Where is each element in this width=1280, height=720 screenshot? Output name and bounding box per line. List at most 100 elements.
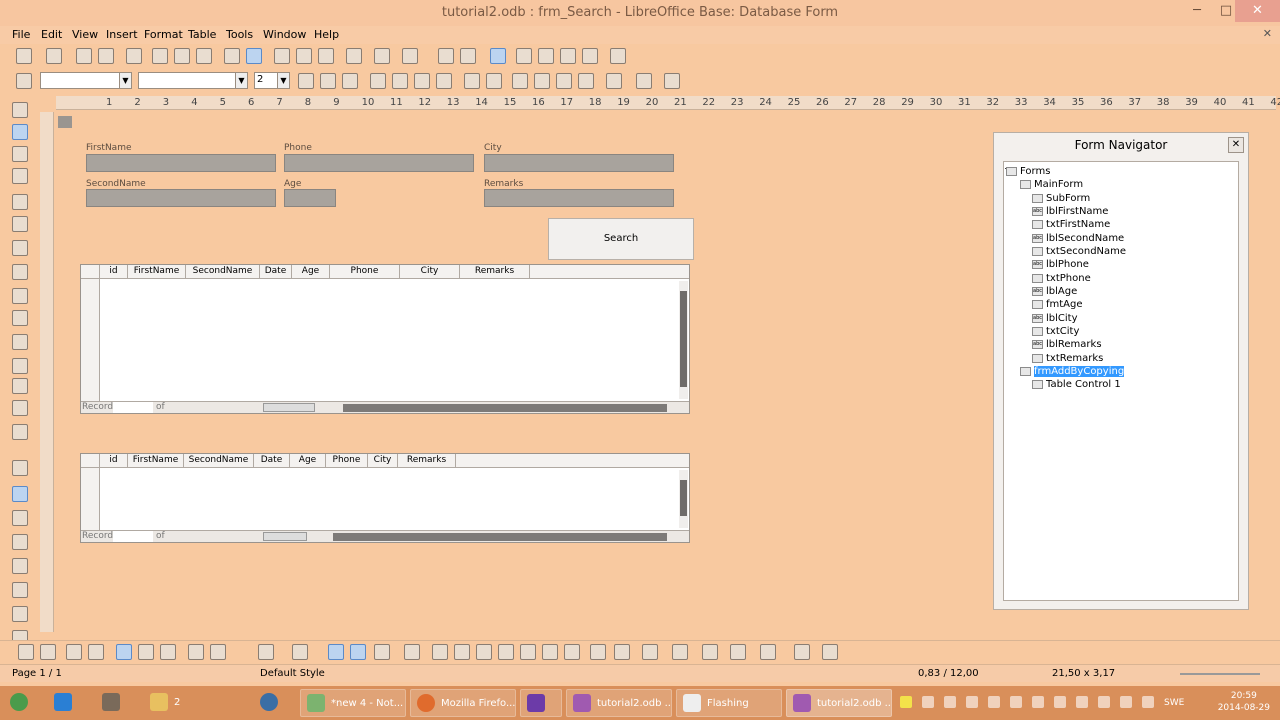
navigator-icon[interactable] xyxy=(516,48,532,64)
tray-icon[interactable] xyxy=(922,696,934,708)
image-control-icon[interactable] xyxy=(12,424,28,440)
taskbar-flashing[interactable]: Flashing xyxy=(676,689,782,717)
freeform-icon[interactable] xyxy=(498,644,514,660)
justify-icon[interactable] xyxy=(436,73,452,89)
paste-icon[interactable] xyxy=(318,48,334,64)
navigator-close-button[interactable]: ✕ xyxy=(1228,137,1244,153)
tree-node-frmAddByCopying[interactable]: frmAddByCopying xyxy=(1020,366,1125,379)
tree-node-fmtAge[interactable]: fmtAge xyxy=(1032,299,1083,312)
spellcheck-icon[interactable] xyxy=(224,48,240,64)
add-by-copying-table-control[interactable]: id FirstName SecondName Date Age Phone C… xyxy=(80,453,690,543)
results-table-control[interactable]: id FirstName SecondName Date Age Phone C… xyxy=(80,264,690,414)
cut-icon[interactable] xyxy=(274,48,290,64)
tray-icon[interactable] xyxy=(988,696,1000,708)
column-header[interactable]: Remarks xyxy=(398,454,456,468)
points-icon[interactable] xyxy=(730,644,746,660)
close-document-icon[interactable]: ✕ xyxy=(1263,27,1272,40)
rectangle-icon[interactable] xyxy=(454,644,470,660)
menu-format[interactable]: Format xyxy=(144,28,183,41)
formatting-marks-icon[interactable] xyxy=(582,48,598,64)
record-number-input[interactable] xyxy=(113,531,153,542)
tree-node-lblRemarks[interactable]: abc lblRemarks xyxy=(1032,339,1102,352)
bullets-icon[interactable] xyxy=(534,73,550,89)
column-header[interactable]: Phone xyxy=(330,265,400,279)
vertical-scrollbar[interactable] xyxy=(679,470,688,528)
new-document-icon[interactable] xyxy=(16,48,32,64)
form-properties-icon[interactable] xyxy=(12,168,28,184)
vertical-scrollbar[interactable] xyxy=(679,281,688,399)
align-left-icon[interactable] xyxy=(370,73,386,89)
data-sources-icon[interactable] xyxy=(560,48,576,64)
record-number-input[interactable] xyxy=(113,402,153,413)
underline-icon[interactable] xyxy=(342,73,358,89)
paragraph-style-select[interactable]: ▼ xyxy=(40,72,132,89)
column-header[interactable]: id xyxy=(100,265,128,279)
pattern-field-icon[interactable] xyxy=(12,558,28,574)
menu-insert[interactable]: Insert xyxy=(106,28,138,41)
taskbar-firefox[interactable]: Mozilla Firefo... xyxy=(410,689,516,717)
zoom-slider[interactable] xyxy=(1180,673,1260,675)
minimize-button[interactable]: ─ xyxy=(1183,0,1211,22)
select-pointer-icon[interactable] xyxy=(404,644,420,660)
horizontal-scrollbar[interactable] xyxy=(343,404,667,412)
menu-edit[interactable]: Edit xyxy=(41,28,62,41)
column-header[interactable]: Date xyxy=(260,265,292,279)
tray-icon[interactable] xyxy=(1032,696,1044,708)
increase-indent-icon[interactable] xyxy=(578,73,594,89)
start-button[interactable] xyxy=(4,689,40,717)
design-mode-icon[interactable] xyxy=(40,644,56,660)
tray-icon[interactable] xyxy=(1098,696,1110,708)
volume-icon[interactable] xyxy=(1142,696,1154,708)
tray-icon[interactable] xyxy=(1120,696,1132,708)
wizard-icon[interactable] xyxy=(66,644,82,660)
font-name-select[interactable]: ▼ xyxy=(138,72,248,89)
hyperlink-icon[interactable] xyxy=(438,48,454,64)
italic-icon[interactable] xyxy=(320,73,336,89)
design-mode-icon[interactable] xyxy=(12,124,28,140)
export-pdf-icon[interactable] xyxy=(152,48,168,64)
checkbox-icon[interactable] xyxy=(12,194,28,210)
menu-view[interactable]: View xyxy=(72,28,98,41)
flowchart-icon[interactable] xyxy=(672,644,688,660)
label-icon[interactable] xyxy=(12,358,28,374)
menu-tools[interactable]: Tools xyxy=(226,28,253,41)
redo-icon[interactable] xyxy=(402,48,418,64)
open-icon[interactable] xyxy=(46,48,62,64)
table-icon[interactable] xyxy=(460,48,476,64)
basic-shapes-icon[interactable] xyxy=(590,644,606,660)
align-icon[interactable] xyxy=(292,644,308,660)
remarks-field[interactable] xyxy=(484,189,674,207)
currency-field-icon[interactable] xyxy=(12,534,28,550)
column-header[interactable]: Phone xyxy=(326,454,368,468)
tray-icon[interactable] xyxy=(1054,696,1066,708)
pencil-icon[interactable] xyxy=(464,73,480,89)
callout-icon[interactable] xyxy=(564,644,580,660)
ellipse-icon[interactable] xyxy=(476,644,492,660)
highlight-icon[interactable] xyxy=(636,73,652,89)
bold-icon[interactable] xyxy=(298,73,314,89)
column-header[interactable]: FirstName xyxy=(128,265,186,279)
select-icon[interactable] xyxy=(12,102,28,118)
decrease-indent-icon[interactable] xyxy=(556,73,572,89)
pencil2-icon[interactable] xyxy=(486,73,502,89)
combobox-icon[interactable] xyxy=(12,334,28,350)
city-field[interactable] xyxy=(484,154,674,172)
anchor-icon[interactable] xyxy=(258,644,274,660)
search-button[interactable]: Search xyxy=(548,218,694,260)
navigation-bar-icon[interactable] xyxy=(12,606,28,622)
align-center-icon[interactable] xyxy=(392,73,408,89)
tree-node-mainform[interactable]: MainForm xyxy=(1020,179,1083,192)
close-button[interactable]: ✕ xyxy=(1235,0,1280,22)
horizontal-scrollbar[interactable] xyxy=(333,533,667,541)
form-design-icon[interactable] xyxy=(88,644,104,660)
taskbar-notepad[interactable]: *new 4 - Not... xyxy=(300,689,406,717)
font-size-select[interactable]: 2 ▼ xyxy=(254,72,290,89)
numeric-field-icon[interactable] xyxy=(12,510,28,526)
font-color-icon[interactable] xyxy=(606,73,622,89)
grid-icon[interactable] xyxy=(328,644,344,660)
group-box-icon[interactable] xyxy=(12,378,28,394)
phone-field[interactable] xyxy=(284,154,474,172)
tree-node-table-control[interactable]: Table Control 1 xyxy=(1032,379,1121,392)
push-button-icon[interactable] xyxy=(12,264,28,280)
taskbar-base-2[interactable]: tutorial2.odb ... xyxy=(786,689,892,717)
